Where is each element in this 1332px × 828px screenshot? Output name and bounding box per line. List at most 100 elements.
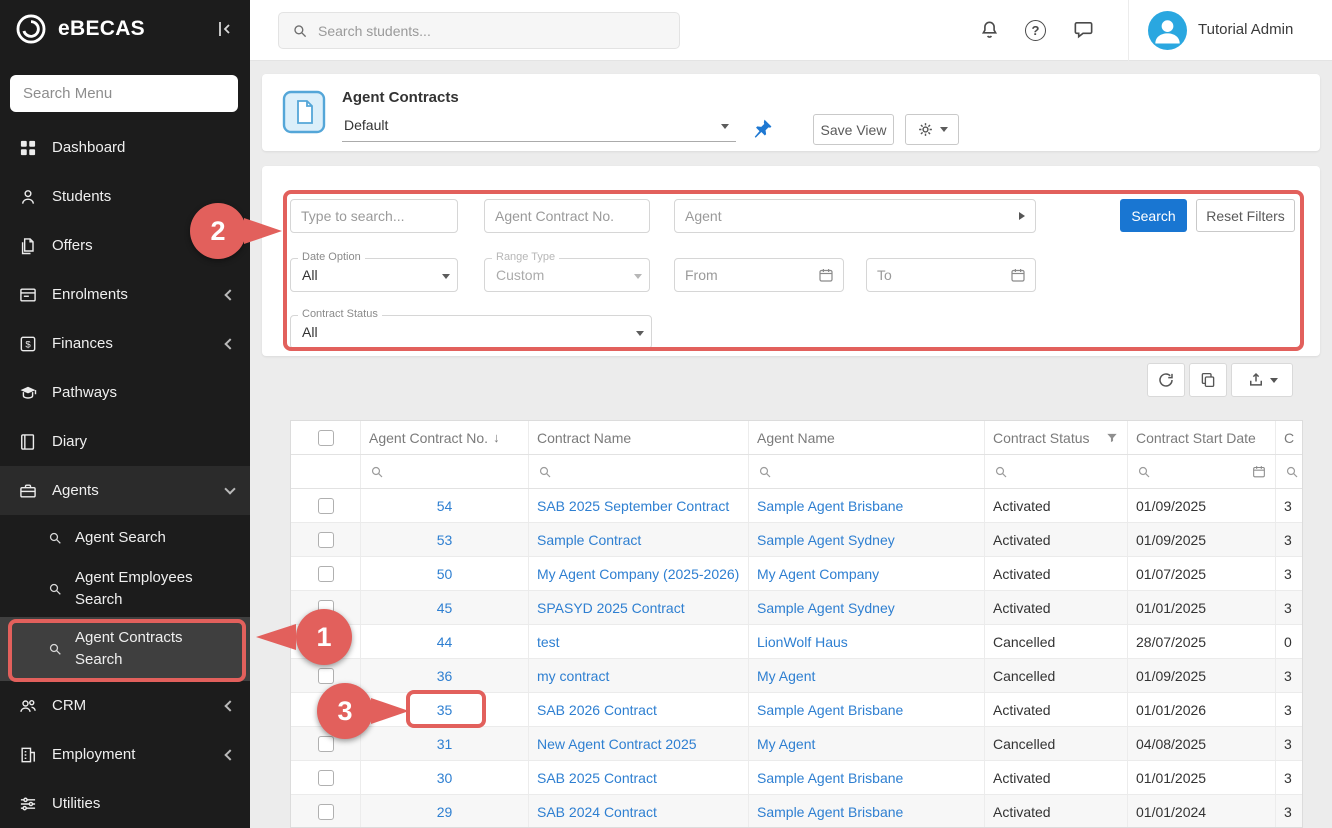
select-all-checkbox[interactable] bbox=[318, 430, 334, 446]
row-checkbox[interactable] bbox=[318, 736, 334, 752]
filter-cell-contract-status[interactable] bbox=[985, 455, 1128, 488]
contract-no-cell: 45 bbox=[361, 591, 529, 624]
row-checkbox[interactable] bbox=[318, 770, 334, 786]
refresh-button[interactable] bbox=[1147, 363, 1185, 397]
contract-name-link[interactable]: My Agent Company (2025-2026) bbox=[537, 566, 739, 582]
export-icon bbox=[1247, 371, 1265, 389]
contract-name-link[interactable]: SPASYD 2025 Contract bbox=[537, 600, 685, 616]
contract-name-link[interactable]: SAB 2026 Contract bbox=[537, 702, 657, 718]
view-settings-button[interactable] bbox=[905, 114, 959, 145]
sidebar-item-pathways[interactable]: Pathways bbox=[0, 368, 250, 417]
row-checkbox[interactable] bbox=[318, 668, 334, 684]
column-header-contract-start-date[interactable]: Contract Start Date bbox=[1128, 421, 1276, 454]
contract-name-link[interactable]: Sample Contract bbox=[537, 532, 641, 548]
agent-name-link[interactable]: LionWolf Haus bbox=[757, 634, 848, 650]
contract-no-link[interactable]: 36 bbox=[437, 668, 453, 684]
contract-status-label: Contract Status bbox=[298, 308, 382, 321]
row-checkbox[interactable] bbox=[318, 804, 334, 820]
column-header-contract-name[interactable]: Contract Name bbox=[529, 421, 749, 454]
agent-name-cell: Sample Agent Brisbane bbox=[749, 795, 985, 828]
column-header-contract-no[interactable]: Agent Contract No. ↓ bbox=[361, 421, 529, 454]
agent-name-link[interactable]: My Agent bbox=[757, 668, 815, 684]
enrolments-icon bbox=[18, 285, 38, 305]
contract-name-link[interactable]: SAB 2025 Contract bbox=[537, 770, 657, 786]
agent-name-link[interactable]: Sample Agent Sydney bbox=[757, 532, 895, 548]
row-checkbox[interactable] bbox=[318, 566, 334, 582]
user-avatar[interactable] bbox=[1148, 11, 1187, 50]
contract-no-link[interactable]: 54 bbox=[437, 498, 453, 514]
chat-icon[interactable] bbox=[1072, 18, 1096, 42]
row-checkbox[interactable] bbox=[318, 532, 334, 548]
from-date-field[interactable] bbox=[674, 258, 844, 292]
contract-no-link[interactable]: 53 bbox=[437, 532, 453, 548]
from-date-input[interactable] bbox=[685, 267, 817, 283]
sidebar-item-employment[interactable]: Employment bbox=[0, 730, 250, 779]
contract-no-link[interactable]: 44 bbox=[437, 634, 453, 650]
filter-cell-contract-start-date[interactable] bbox=[1128, 455, 1276, 488]
menu-search-input[interactable] bbox=[10, 75, 238, 112]
view-select[interactable]: Default bbox=[342, 112, 736, 142]
sidebar-item-enrolments[interactable]: Enrolments bbox=[0, 270, 250, 319]
sidebar-item-agent-contracts-search[interactable]: Agent Contracts Search bbox=[0, 617, 250, 681]
sidebar-item-agents[interactable]: Agents bbox=[0, 466, 250, 515]
filter-cell-contract-name[interactable] bbox=[529, 455, 749, 488]
sidebar-collapse-icon[interactable] bbox=[212, 17, 236, 41]
sidebar-item-diary[interactable]: Diary bbox=[0, 417, 250, 466]
search-button[interactable]: Search bbox=[1120, 199, 1187, 232]
text-search-input[interactable] bbox=[290, 199, 458, 233]
agent-name-link[interactable]: Sample Agent Brisbane bbox=[757, 702, 903, 718]
sidebar-item-finances[interactable]: $ Finances bbox=[0, 319, 250, 368]
contract-name-link[interactable]: test bbox=[537, 634, 560, 650]
contract-no-link[interactable]: 50 bbox=[437, 566, 453, 582]
contract-no-link[interactable]: 45 bbox=[437, 600, 453, 616]
sidebar-item-agent-search[interactable]: Agent Search bbox=[0, 515, 250, 561]
agent-name-cell: Sample Agent Brisbane bbox=[749, 761, 985, 794]
to-date-input[interactable] bbox=[877, 267, 1009, 283]
agent-select[interactable]: Agent bbox=[674, 199, 1036, 233]
pin-icon[interactable] bbox=[752, 117, 774, 139]
row-checkbox[interactable] bbox=[318, 498, 334, 514]
copy-button[interactable] bbox=[1189, 363, 1227, 397]
sidebar-item-agent-employees-search[interactable]: Agent Employees Search bbox=[0, 561, 250, 617]
contract-name-link[interactable]: SAB 2025 September Contract bbox=[537, 498, 729, 514]
contract-no-input[interactable] bbox=[484, 199, 650, 233]
agent-name-link[interactable]: My Agent Company bbox=[757, 566, 879, 582]
notifications-bell-icon[interactable] bbox=[978, 18, 1002, 42]
filter-cell-agent-name[interactable] bbox=[749, 455, 985, 488]
student-search[interactable] bbox=[278, 12, 680, 49]
sidebar-item-crm[interactable]: CRM bbox=[0, 681, 250, 730]
reset-filters-button[interactable]: Reset Filters bbox=[1196, 199, 1295, 232]
range-type-select[interactable]: Range Type Custom bbox=[484, 258, 650, 292]
filter-cell-contract-no[interactable] bbox=[361, 455, 529, 488]
contract-no-link[interactable]: 29 bbox=[437, 804, 453, 820]
sidebar-item-dashboard[interactable]: Dashboard bbox=[0, 123, 250, 172]
contract-end-truncated-cell: 3 bbox=[1276, 727, 1303, 760]
save-view-button[interactable]: Save View bbox=[813, 114, 894, 145]
agent-select-placeholder: Agent bbox=[685, 208, 1019, 224]
contract-no-link[interactable]: 31 bbox=[437, 736, 453, 752]
user-name[interactable]: Tutorial Admin bbox=[1198, 21, 1293, 38]
to-date-field[interactable] bbox=[866, 258, 1036, 292]
contract-name-link[interactable]: my contract bbox=[537, 668, 609, 684]
date-option-select[interactable]: Date Option All bbox=[290, 258, 458, 292]
agent-name-link[interactable]: Sample Agent Sydney bbox=[757, 600, 895, 616]
contract-no-link[interactable]: 30 bbox=[437, 770, 453, 786]
agent-name-link[interactable]: Sample Agent Brisbane bbox=[757, 498, 903, 514]
agent-name-link[interactable]: Sample Agent Brisbane bbox=[757, 770, 903, 786]
agent-name-link[interactable]: My Agent bbox=[757, 736, 815, 752]
search-icon bbox=[1136, 464, 1152, 480]
agent-name-link[interactable]: Sample Agent Brisbane bbox=[757, 804, 903, 820]
filter-cell-contract-end[interactable] bbox=[1276, 455, 1303, 488]
column-header-contract-status[interactable]: Contract Status bbox=[985, 421, 1128, 454]
column-header-contract-end-truncated[interactable]: C bbox=[1276, 421, 1303, 454]
sidebar-item-utilities[interactable]: Utilities bbox=[0, 779, 250, 828]
column-header-agent-name[interactable]: Agent Name bbox=[749, 421, 985, 454]
contract-name-link[interactable]: New Agent Contract 2025 bbox=[537, 736, 697, 752]
student-search-input[interactable] bbox=[318, 23, 667, 39]
contract-status-select[interactable]: Contract Status All bbox=[290, 315, 652, 349]
contract-name-link[interactable]: SAB 2024 Contract bbox=[537, 804, 657, 820]
filter-funnel-icon[interactable] bbox=[1105, 431, 1119, 445]
contract-no-link[interactable]: 35 bbox=[437, 702, 453, 718]
export-button[interactable] bbox=[1231, 363, 1293, 397]
help-icon[interactable]: ? bbox=[1025, 20, 1049, 44]
